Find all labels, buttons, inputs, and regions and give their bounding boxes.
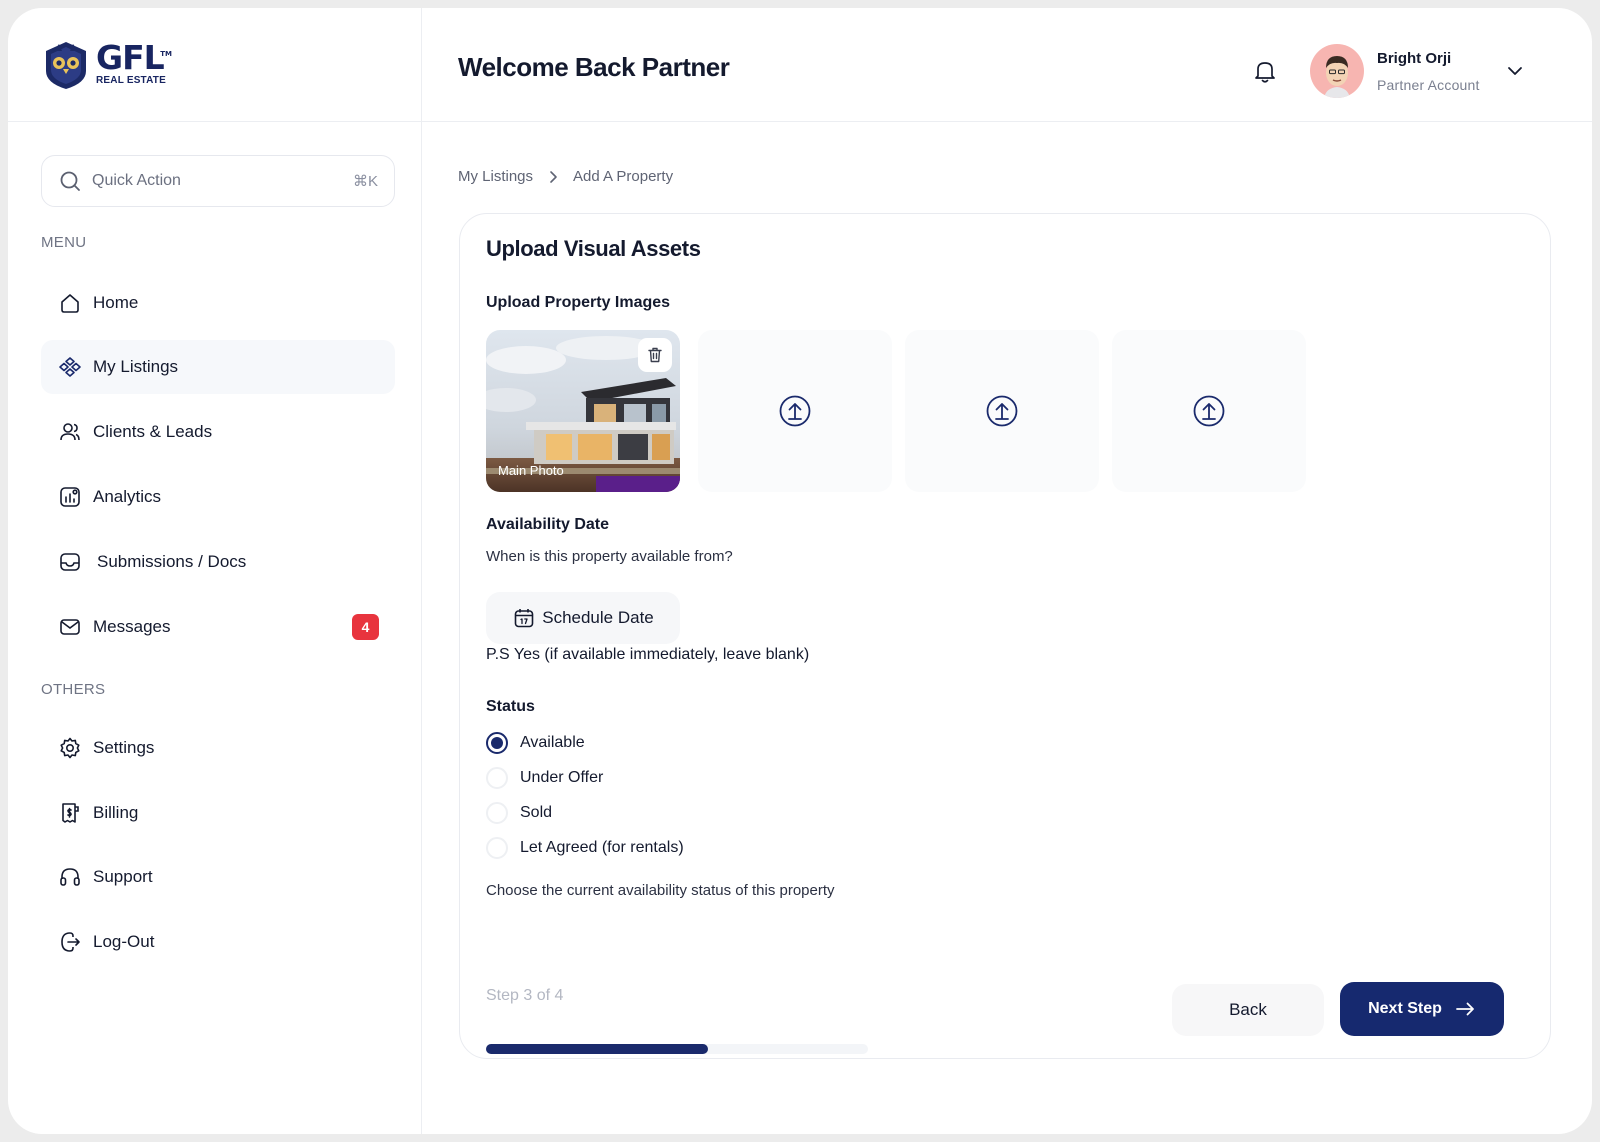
gear-icon — [57, 735, 83, 761]
nav-label: Analytics — [93, 487, 162, 506]
trash-icon — [648, 347, 662, 363]
upload-image-slot[interactable] — [698, 330, 892, 492]
logout-icon — [57, 929, 83, 955]
upload-image-slot[interactable] — [905, 330, 1099, 492]
owl-logo-icon — [46, 41, 86, 89]
radio-sold[interactable] — [486, 802, 508, 824]
nav-item-analytics[interactable]: Analytics — [41, 470, 395, 524]
status-label: Status — [486, 698, 535, 715]
delete-photo-button[interactable] — [638, 338, 672, 372]
schedule-date-label: Schedule Date — [542, 608, 654, 627]
logo[interactable]: GFL TM REAL ESTATE — [8, 8, 421, 122]
nav-item-billing[interactable]: Billing — [41, 786, 395, 840]
inbox-icon — [57, 549, 83, 575]
others-section-label: OTHERS — [41, 681, 106, 698]
progress-fill — [486, 1044, 708, 1054]
nav-label: Messages — [93, 617, 171, 636]
next-step-label: Next Step — [1368, 1000, 1442, 1017]
search-placeholder: Quick Action — [92, 172, 181, 189]
calendar-icon — [514, 609, 534, 628]
nav-item-messages[interactable]: Messages 4 — [41, 600, 395, 654]
status-option-sold[interactable]: Sold — [486, 802, 552, 824]
radio-available[interactable] — [486, 732, 508, 754]
availability-label: Availability Date — [486, 516, 610, 533]
user-role: Partner Account — [1377, 77, 1480, 93]
main-photo-thumbnail[interactable]: Main Photo — [486, 330, 680, 492]
nav-item-support[interactable]: Support — [41, 850, 395, 904]
availability-note: P.S Yes (if available immediately, leave… — [486, 646, 810, 663]
nav-label: My Listings — [93, 357, 179, 376]
listings-icon — [57, 354, 83, 380]
menu-section-label: MENU — [41, 234, 87, 251]
nav-item-my-listings[interactable]: My Listings — [41, 340, 395, 394]
nav-label: Log-Out — [93, 932, 155, 951]
nav-label: Home — [93, 293, 139, 312]
step-indicator: Step 3 of 4 — [486, 987, 564, 1004]
bell-icon[interactable] — [1250, 56, 1280, 86]
breadcrumb-add-property: Add A Property — [573, 168, 674, 185]
radio-label: Let Agreed (for rentals) — [520, 839, 684, 856]
nav-label: Support — [93, 867, 153, 886]
mail-icon — [57, 614, 83, 640]
chevron-right-icon — [550, 170, 557, 183]
nav-item-home[interactable]: Home — [41, 276, 395, 330]
radio-under-offer[interactable] — [486, 767, 508, 789]
progress-bar — [486, 1044, 868, 1054]
radio-label: Available — [520, 734, 585, 751]
nav-label: Settings — [93, 738, 155, 757]
upload-images-label: Upload Property Images — [486, 294, 671, 311]
chevron-down-icon[interactable] — [1504, 60, 1526, 82]
top-bar: Welcome Back Partner Bright Orji Partner… — [422, 8, 1592, 122]
schedule-date-button[interactable]: Schedule Date — [486, 592, 680, 644]
nav-label: Billing — [93, 803, 139, 822]
upload-icon — [779, 395, 811, 427]
status-option-let-agreed[interactable]: Let Agreed (for rentals) — [486, 837, 684, 859]
nav-label: Submissions / Docs — [97, 552, 247, 571]
breadcrumb-my-listings[interactable]: My Listings — [458, 168, 533, 185]
availability-question: When is this property available from? — [486, 548, 733, 565]
avatar[interactable] — [1310, 44, 1364, 98]
messages-count-badge: 4 — [352, 614, 379, 640]
next-step-button[interactable]: Next Step — [1340, 982, 1504, 1036]
nav-item-settings[interactable]: Settings — [41, 721, 395, 775]
logo-text: GFL TM REAL ESTATE — [96, 41, 172, 86]
upload-icon — [1193, 395, 1225, 427]
status-option-available[interactable]: Available — [486, 732, 585, 754]
radio-let-agreed[interactable] — [486, 837, 508, 859]
users-icon — [57, 419, 83, 445]
main-photo-label: Main Photo — [498, 463, 564, 478]
arrow-right-icon — [1455, 1002, 1474, 1016]
card-title: Upload Visual Assets — [486, 236, 701, 261]
radio-label: Sold — [520, 804, 553, 821]
receipt-icon — [57, 800, 83, 826]
search-shortcut: ⌘K — [352, 173, 378, 190]
upload-visual-assets-card: Upload Visual Assets Upload Property Ima… — [459, 213, 1551, 1059]
breadcrumb: My Listings Add A Property — [458, 168, 673, 185]
analytics-icon — [57, 484, 83, 510]
upload-icon — [986, 395, 1018, 427]
search-icon — [60, 171, 80, 191]
nav-item-submissions-docs[interactable]: Submissions / Docs — [41, 535, 395, 589]
page-title: Welcome Back Partner — [458, 52, 730, 82]
brand-trademark: TM — [160, 50, 172, 58]
sidebar: GFL TM REAL ESTATE Quick Action ⌘K MENU H… — [8, 8, 422, 1134]
nav-label: Clients & Leads — [93, 422, 213, 441]
headset-icon — [57, 864, 83, 890]
user-name[interactable]: Bright Orji — [1377, 50, 1451, 67]
status-option-under-offer[interactable]: Under Offer — [486, 767, 603, 789]
avatar-face-icon — [1324, 56, 1350, 98]
status-help-text: Choose the current availability status o… — [486, 882, 835, 899]
nav-item-clients-leads[interactable]: Clients & Leads — [41, 405, 395, 459]
upload-image-slot[interactable] — [1112, 330, 1306, 492]
nav-item-log-out[interactable]: Log-Out — [41, 915, 395, 969]
brand-name: GFL — [96, 38, 165, 77]
app-window: GFL TM REAL ESTATE Quick Action ⌘K MENU H… — [8, 8, 1592, 1134]
radio-label: Under Offer — [520, 769, 604, 786]
back-button[interactable]: Back — [1172, 984, 1324, 1036]
quick-action-search[interactable]: Quick Action ⌘K — [41, 155, 395, 207]
home-icon — [57, 290, 83, 316]
